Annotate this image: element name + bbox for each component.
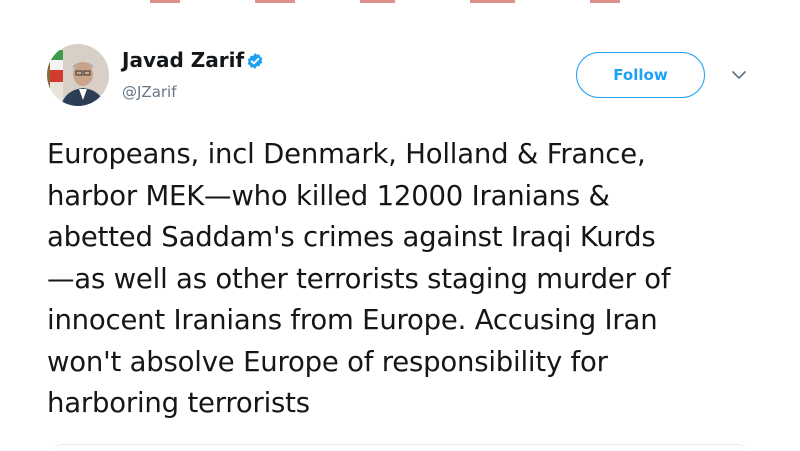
- tweet-text-line: won't absolve Europe of responsibility f…: [47, 345, 608, 378]
- tweet-text-line: —as well as other terrorists staging mur…: [47, 262, 671, 295]
- tweet-text-line: Europeans, incl Denmark, Holland & Franc…: [47, 138, 646, 170]
- author-name[interactable]: Javad Zarif: [122, 48, 244, 72]
- tweet-text-line: abetted Saddam's crimes against Iraqi Ku…: [47, 221, 656, 253]
- follow-button[interactable]: Follow: [576, 52, 705, 98]
- tweet-text-line: harboring terrorists: [47, 387, 310, 419]
- avatar[interactable]: [47, 44, 109, 106]
- profile-photo-icon: [47, 44, 109, 106]
- verified-badge-icon: [247, 53, 263, 69]
- tweet-text-line: innocent Iranians from Europe. Accusing …: [47, 304, 658, 336]
- tweet-text-line: harbor MEK—who killed 12000 Iranians &: [47, 179, 610, 212]
- tweet-card: Javad Zarif @JZarif Follow Europeans, in…: [0, 0, 800, 450]
- chevron-down-icon[interactable]: [730, 68, 748, 82]
- author-handle[interactable]: @JZarif: [122, 83, 177, 101]
- tweet-text: Europeans, incl Denmark, Holland & Franc…: [47, 134, 767, 425]
